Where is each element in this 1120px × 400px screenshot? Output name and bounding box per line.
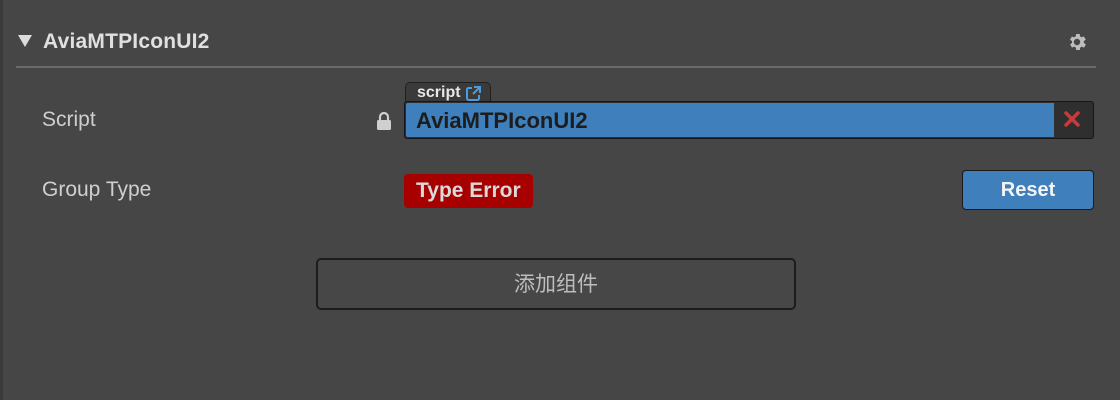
triangle-down-icon[interactable] xyxy=(18,35,32,47)
reset-button[interactable]: Reset xyxy=(962,170,1094,210)
panel-edge xyxy=(0,0,3,400)
script-open-tag[interactable]: script xyxy=(405,82,491,103)
group-type-label: Group Type xyxy=(42,178,152,201)
close-icon[interactable] xyxy=(1063,110,1081,128)
add-component-button[interactable]: 添加组件 xyxy=(316,258,796,310)
component-title: AviaMTPIconUI2 xyxy=(43,30,210,53)
script-value: AviaMTPIconUI2 xyxy=(416,108,588,133)
external-link-icon xyxy=(465,85,482,102)
component-header: AviaMTPIconUI2 xyxy=(16,24,1096,68)
script-label: Script xyxy=(42,108,96,131)
type-error-badge: Type Error xyxy=(404,174,533,208)
script-asset-field[interactable]: AviaMTPIconUI2 xyxy=(404,101,1094,139)
script-tag-label: script xyxy=(417,84,461,101)
gear-icon[interactable] xyxy=(1066,31,1088,53)
lock-icon xyxy=(375,110,393,132)
script-value-box[interactable]: AviaMTPIconUI2 xyxy=(406,103,1054,137)
